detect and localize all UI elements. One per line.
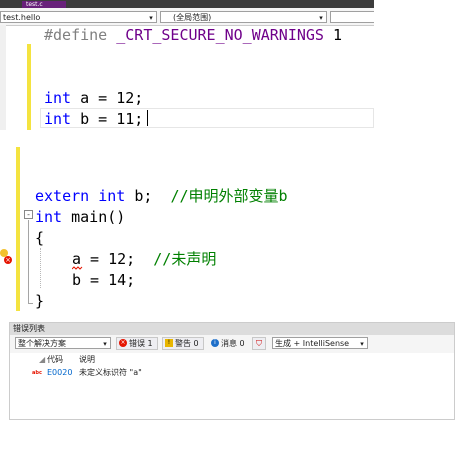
- chevron-down-icon: ▾: [103, 340, 107, 348]
- code-line-int-b[interactable]: int b = 11;: [44, 110, 143, 128]
- build-source-label: 生成 + IntelliSense: [275, 339, 350, 348]
- define-directive: #define: [44, 26, 108, 44]
- table-row[interactable]: abc E0020 未定义标识符 "a": [10, 367, 454, 379]
- code-text: b;: [125, 187, 171, 205]
- project-dropdown[interactable]: test.hello ▾: [0, 11, 157, 23]
- editor-pane-top: test.c test.hello ▾ (全局范围) ▾ #define _CR…: [0, 0, 374, 130]
- tab-test-c[interactable]: test.c: [22, 1, 66, 8]
- filter-toggle-button[interactable]: ⛉: [252, 337, 266, 350]
- solution-scope-label: 整个解决方案: [18, 339, 66, 348]
- errors-filter-button[interactable]: × 错误 1: [116, 337, 158, 350]
- errors-count-label: 错误 1: [129, 339, 153, 348]
- project-dropdown-label: test.hello: [3, 13, 41, 22]
- warnings-filter-button[interactable]: ! 警告 0: [162, 337, 204, 350]
- messages-count-label: 消息 0: [221, 339, 245, 348]
- scope-dropdown-label: (全局范围): [173, 13, 212, 22]
- error-code-link[interactable]: E0020: [47, 367, 72, 379]
- keyword-int: int: [44, 110, 72, 128]
- code-comment: //未声明: [153, 250, 217, 268]
- error-icon: ×: [119, 339, 127, 347]
- collapse-toggle-icon[interactable]: -: [24, 210, 33, 219]
- chevron-down-icon: ▾: [149, 14, 153, 22]
- keyword-int: int: [35, 208, 63, 226]
- solution-scope-dropdown[interactable]: 整个解决方案 ▾: [15, 337, 111, 349]
- warning-icon: !: [165, 339, 173, 347]
- error-marker-icon[interactable]: ×: [4, 256, 12, 264]
- code-line-brace-close[interactable]: }: [35, 292, 44, 310]
- funnel-icon: ⛉: [256, 339, 262, 348]
- chevron-down-icon: ▾: [360, 340, 364, 348]
- code-line-main[interactable]: int main(): [35, 208, 125, 226]
- scope-dropdown[interactable]: (全局范围) ▾: [160, 11, 327, 23]
- code-line-define[interactable]: #define _CRT_SECURE_NO_WARNINGS 1: [44, 26, 342, 44]
- error-list-grid: ◢ 代码 说明 abc E0020 未定义标识符 "a": [10, 353, 454, 419]
- navigation-bar: test.hello ▾ (全局范围) ▾: [0, 8, 374, 26]
- keyword-int: int: [98, 187, 126, 205]
- error-squiggle: [72, 266, 83, 270]
- keyword-int: int: [44, 89, 72, 107]
- tab-strip: test.c: [0, 0, 374, 8]
- define-macro: _CRT_SECURE_NO_WARNINGS: [116, 26, 324, 44]
- code-text: main(): [62, 208, 126, 226]
- outline-fold-end: [28, 303, 33, 304]
- code-line-assign-b[interactable]: b = 14;: [72, 271, 135, 289]
- keyword-extern: extern: [35, 187, 90, 205]
- code-text: b = 11;: [71, 110, 144, 128]
- member-dropdown[interactable]: [330, 11, 374, 23]
- info-icon: i: [211, 339, 219, 347]
- error-description: 未定义标识符 "a": [79, 368, 142, 377]
- define-value: 1: [333, 26, 343, 44]
- code-comment: //申明外部变量b: [170, 187, 288, 205]
- sort-icon: ◢: [39, 355, 46, 364]
- code-line-int-a[interactable]: int a = 12;: [44, 89, 143, 107]
- build-source-dropdown[interactable]: 生成 + IntelliSense ▾: [272, 337, 368, 349]
- error-list-toolbar: 整个解决方案 ▾ × 错误 1 ! 警告 0 i 消息 0 ⛉ 生成 + Int…: [10, 336, 454, 352]
- code-text: = 12;: [81, 250, 154, 268]
- code-line-extern[interactable]: extern int b; //申明外部变量b: [35, 187, 288, 205]
- error-list-title[interactable]: 错误列表: [10, 323, 454, 335]
- chevron-down-icon: ▾: [319, 14, 323, 22]
- outline-fold-line: [28, 220, 29, 304]
- column-header-description[interactable]: 说明: [79, 354, 95, 365]
- code-line-assign-a[interactable]: a = 12; //未声明: [72, 250, 216, 268]
- code-line-brace-open[interactable]: {: [35, 229, 44, 247]
- messages-filter-button[interactable]: i 消息 0: [208, 337, 246, 350]
- indent-guide: [40, 248, 41, 288]
- change-tracking-bar: [27, 44, 31, 130]
- code-text: a = 12;: [71, 89, 144, 107]
- text-caret: [147, 110, 148, 126]
- glyph-margin: [0, 25, 6, 130]
- warnings-count-label: 警告 0: [175, 339, 199, 348]
- change-tracking-bar: [16, 147, 20, 311]
- column-header-code[interactable]: 代码: [47, 354, 63, 365]
- error-row-icon: abc: [32, 370, 42, 376]
- error-list-window: 错误列表 整个解决方案 ▾ × 错误 1 ! 警告 0 i 消息 0 ⛉ 生成 …: [9, 322, 455, 420]
